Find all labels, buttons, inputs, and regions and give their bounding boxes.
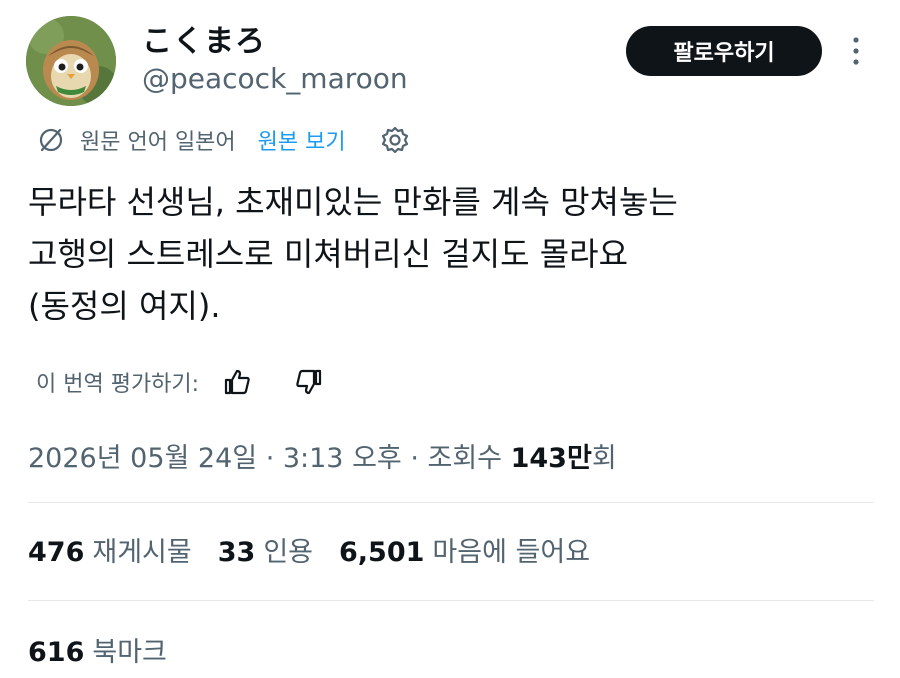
divider xyxy=(28,502,874,503)
reposts-label: 재게시물 xyxy=(92,537,192,568)
likes-stat[interactable]: 6,501 마음에 들어요 xyxy=(339,530,590,569)
engagement-stats: 476 재게시물 33 인용 6,501 마음에 들어요 xyxy=(28,530,616,569)
reposts-stat[interactable]: 476 재게시물 xyxy=(28,530,192,569)
gear-icon[interactable] xyxy=(380,125,410,155)
tweet-line: 무라타 선생님, 초재미있는 만화를 계속 망쳐놓는 xyxy=(28,183,678,221)
view-count-suffix: 회 xyxy=(591,443,617,474)
tweet-text: 무라타 선생님, 초재미있는 만화를 계속 망쳐놓는 고행의 스트레스로 미쳐버… xyxy=(28,176,868,332)
avatar[interactable] xyxy=(26,16,116,106)
display-name[interactable]: こくまろ xyxy=(142,16,266,60)
thumbs-down-icon[interactable] xyxy=(293,366,325,398)
thumbs-up-icon[interactable] xyxy=(221,366,253,398)
tweet-page: こくまろ @peacock_maroon 팔로우하기 원문 언어 일본어 원본 … xyxy=(0,0,900,678)
reposts-count: 476 xyxy=(28,537,85,568)
translation-bar: 원문 언어 일본어 원본 보기 xyxy=(36,122,410,158)
view-count: 143만 xyxy=(510,443,592,474)
user-handle[interactable]: @peacock_maroon xyxy=(142,62,408,95)
owl-avatar-image xyxy=(26,16,116,106)
more-options-icon[interactable] xyxy=(848,36,864,66)
likes-label: 마음에 들어요 xyxy=(432,537,591,568)
rate-translation-label: 이 번역 평가하기: xyxy=(36,372,200,397)
view-original-link[interactable]: 원본 보기 xyxy=(258,124,346,156)
follow-button[interactable]: 팔로우하기 xyxy=(626,26,822,76)
quotes-stat[interactable]: 33 인용 xyxy=(218,530,313,569)
tweet-line: (동정의 여지). xyxy=(28,287,221,325)
translate-off-icon xyxy=(36,125,66,155)
bookmarks-count: 616 xyxy=(28,637,85,668)
rate-translation: 이 번역 평가하기: xyxy=(36,362,325,402)
tweet-line: 고행의 스트레스로 미쳐버리신 걸지도 몰라요 xyxy=(28,235,629,273)
likes-count: 6,501 xyxy=(339,537,425,568)
tweet-meta: 2026년 05월 24일 · 3:13 오후 · 조회수 143만회 xyxy=(28,436,617,475)
post-datetime[interactable]: 2026년 05월 24일 · 3:13 오후 · 조회수 xyxy=(28,443,511,474)
divider xyxy=(28,600,874,601)
bookmarks-label: 북마크 xyxy=(92,637,167,668)
source-language-label: 원문 언어 일본어 xyxy=(80,130,236,155)
quotes-count: 33 xyxy=(217,537,256,568)
quotes-label: 인용 xyxy=(263,537,314,568)
bookmarks-stat[interactable]: 616 북마크 xyxy=(28,630,167,669)
